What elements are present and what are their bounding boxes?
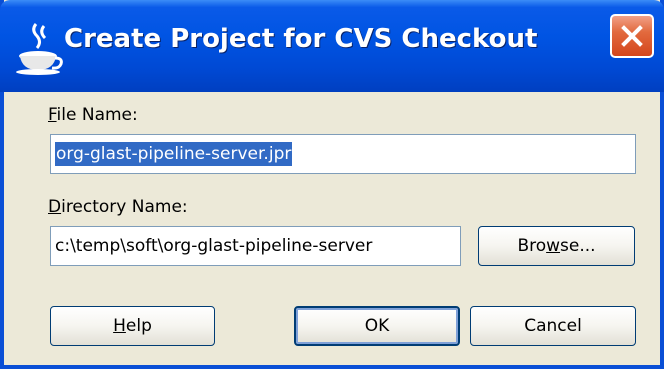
directory-name-input[interactable]: c:\temp\soft\org-glast-pipeline-server [50, 226, 461, 266]
browse-button[interactable]: Browse... [478, 226, 635, 266]
close-x-icon [621, 25, 643, 47]
dialog-body: File Name: org-glast-pipeline-server.jpr… [4, 92, 660, 365]
title-bar[interactable]: Create Project for CVS Checkout [0, 0, 664, 92]
cancel-button[interactable]: Cancel [470, 306, 636, 346]
directory-name-label: Directory Name: [48, 197, 188, 217]
close-button[interactable] [610, 14, 654, 58]
dialog-title: Create Project for CVS Checkout [64, 24, 538, 54]
dialog-window: Create Project for CVS Checkout File Nam… [0, 0, 664, 369]
help-button[interactable]: Help [50, 306, 215, 346]
ok-button[interactable]: OK [294, 306, 460, 346]
java-cup-icon [16, 23, 63, 75]
directory-name-value: c:\temp\soft\org-glast-pipeline-server [55, 236, 373, 256]
file-name-input[interactable]: org-glast-pipeline-server.jpr [50, 134, 636, 174]
file-name-label: File Name: [48, 105, 138, 125]
file-name-value: org-glast-pipeline-server.jpr [55, 142, 293, 166]
